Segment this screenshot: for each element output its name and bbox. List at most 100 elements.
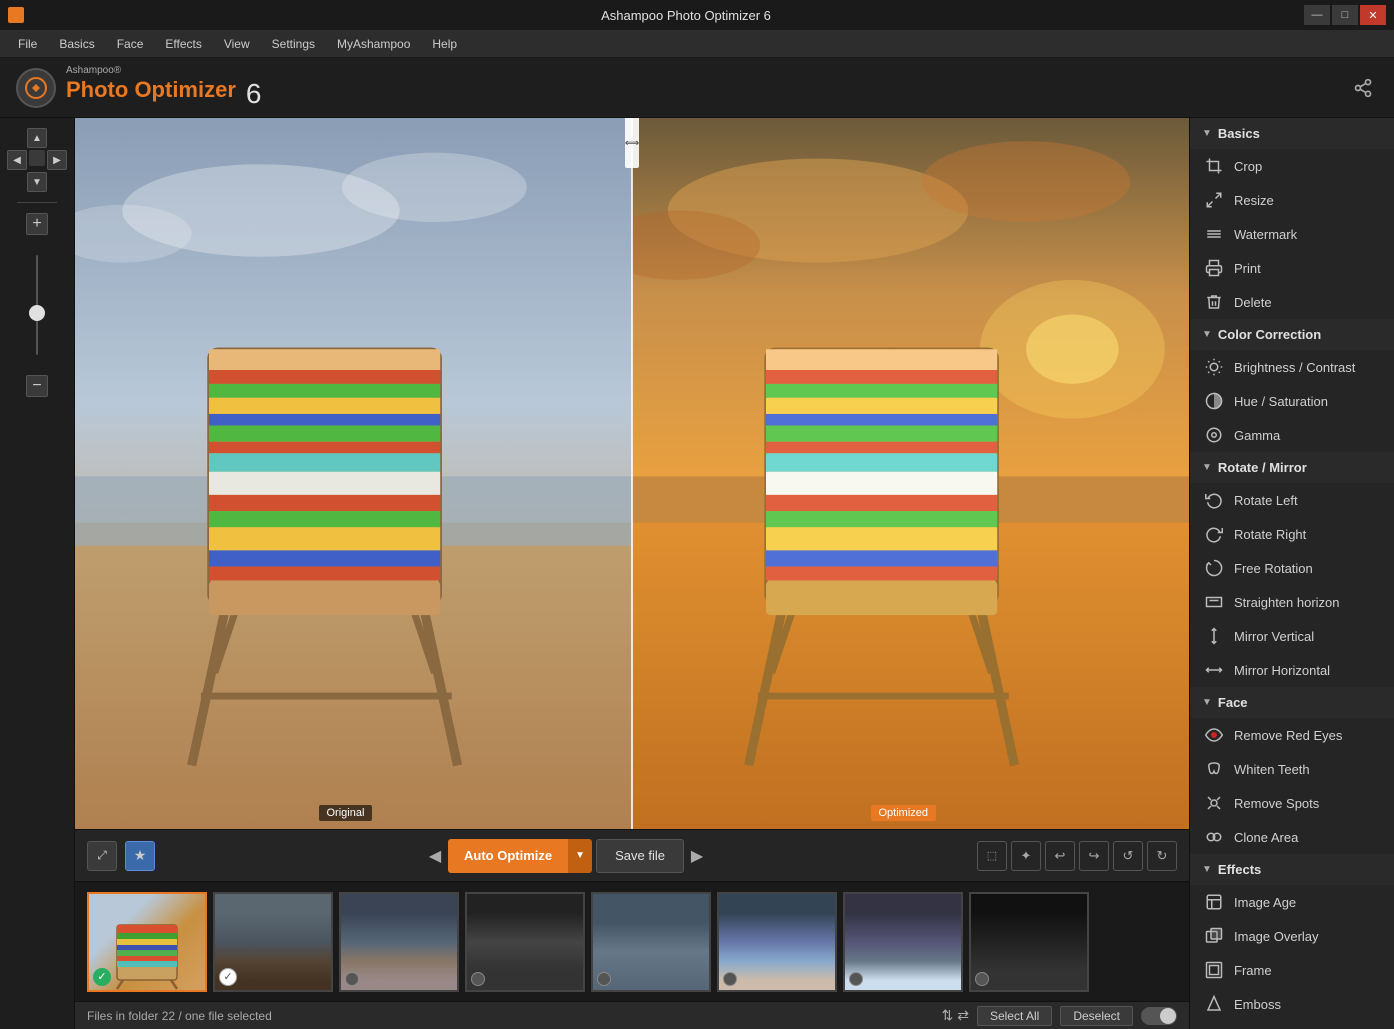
filmstrip-thumb-8[interactable] (969, 892, 1089, 992)
panel-item-image-overlay[interactable]: Image Overlay (1190, 919, 1394, 953)
menu-face[interactable]: Face (107, 33, 154, 55)
section-label-face: Face (1218, 695, 1248, 710)
brand-product: Photo Optimizer (66, 77, 236, 103)
panel-item-free-rotation[interactable]: Free Rotation (1190, 551, 1394, 585)
item-label-image-age: Image Age (1234, 895, 1296, 910)
menu-help[interactable]: Help (422, 33, 467, 55)
redo2-button[interactable]: ↻ (1147, 841, 1177, 871)
panel-item-emboss[interactable]: Emboss (1190, 987, 1394, 1021)
toolbar-right-buttons: ⬚ ✦ ↩ ↪ ↺ ↻ (977, 841, 1177, 871)
rotate-right-icon (1204, 524, 1224, 544)
panel-item-watermark[interactable]: Watermark (1190, 217, 1394, 251)
section-header-effects[interactable]: ▼ Effects (1190, 854, 1394, 885)
section-header-rotate-mirror[interactable]: ▼ Rotate / Mirror (1190, 452, 1394, 483)
panel-item-hue-saturation[interactable]: Hue / Saturation (1190, 384, 1394, 418)
window-title: Ashampoo Photo Optimizer 6 (601, 8, 771, 23)
split-handle[interactable]: ⟺ (625, 118, 639, 168)
zoom-thumb[interactable] (29, 305, 45, 321)
maximize-button[interactable]: □ (1332, 5, 1358, 25)
toggle-switch[interactable] (1141, 1007, 1177, 1025)
panel-item-rotate-left[interactable]: Rotate Left (1190, 483, 1394, 517)
zoom-divider (17, 202, 57, 203)
panel-item-image-age[interactable]: Image Age (1190, 885, 1394, 919)
section-items-face: Remove Red Eyes Whiten Teeth Remove Spot… (1190, 718, 1394, 854)
sort-icon[interactable]: ⇅ (941, 1007, 953, 1024)
nav-up-button[interactable]: ▲ (27, 128, 47, 148)
panel-item-frame[interactable]: Frame (1190, 953, 1394, 987)
undo2-button[interactable]: ↺ (1113, 841, 1143, 871)
item-label-watermark: Watermark (1234, 227, 1297, 242)
share-button[interactable] (1348, 73, 1378, 103)
grid-icon[interactable]: ⇄ (957, 1007, 969, 1024)
item-label-rotate-right: Rotate Right (1234, 527, 1306, 542)
auto-optimize-dropdown[interactable]: ▼ (568, 839, 592, 873)
panel-item-shade[interactable]: Shade (1190, 1021, 1394, 1029)
panel-item-straighten-horizon[interactable]: Straighten horizon (1190, 585, 1394, 619)
image-age-icon (1204, 892, 1224, 912)
menu-effects[interactable]: Effects (155, 33, 211, 55)
thumb-check-5 (597, 972, 611, 986)
undo-button[interactable]: ↩ (1045, 841, 1075, 871)
panel-item-remove-red-eyes[interactable]: Remove Red Eyes (1190, 718, 1394, 752)
thumb-check-1: ✓ (93, 968, 111, 986)
panel-item-delete[interactable]: Delete (1190, 285, 1394, 319)
close-button[interactable]: ✕ (1360, 5, 1386, 25)
menu-settings[interactable]: Settings (262, 33, 325, 55)
menu-file[interactable]: File (8, 33, 47, 55)
nav-left-button[interactable]: ◀ (7, 150, 27, 170)
section-header-color-correction[interactable]: ▼ Color Correction (1190, 319, 1394, 350)
panel-item-remove-spots[interactable]: Remove Spots (1190, 786, 1394, 820)
deselect-button[interactable]: Deselect (1060, 1006, 1133, 1026)
filmstrip-thumb-5[interactable] (591, 892, 711, 992)
panel-item-clone-area[interactable]: Clone Area (1190, 820, 1394, 854)
brand-optimizer: Optimizer (134, 77, 235, 102)
filmstrip-thumb-4[interactable] (465, 892, 585, 992)
panel-item-resize[interactable]: Resize (1190, 183, 1394, 217)
redo-button[interactable]: ↪ (1079, 841, 1109, 871)
zoom-slider[interactable] (36, 245, 38, 365)
panel-item-brightness-contrast[interactable]: Brightness / Contrast (1190, 350, 1394, 384)
panel-item-mirror-horizontal[interactable]: Mirror Horizontal (1190, 653, 1394, 687)
save-file-button[interactable]: Save file (596, 839, 684, 873)
item-label-remove-red-eyes: Remove Red Eyes (1234, 728, 1342, 743)
menu-view[interactable]: View (214, 33, 260, 55)
item-label-free-rotation: Free Rotation (1234, 561, 1313, 576)
section-header-basics[interactable]: ▼ Basics (1190, 118, 1394, 149)
menu-myashampoo[interactable]: MyAshampoo (327, 33, 420, 55)
thumb-check-4 (471, 972, 485, 986)
panel-item-mirror-vertical[interactable]: Mirror Vertical (1190, 619, 1394, 653)
selection-tool-button[interactable]: ⬚ (977, 841, 1007, 871)
filmstrip-thumb-6[interactable] (717, 892, 837, 992)
chevron-face: ▼ (1202, 697, 1212, 708)
menu-basics[interactable]: Basics (49, 33, 104, 55)
filmstrip-thumb-2[interactable]: ✓ (213, 892, 333, 992)
star-button[interactable]: ✦ (1011, 841, 1041, 871)
panel-item-crop[interactable]: Crop (1190, 149, 1394, 183)
zoom-in-button[interactable]: + (26, 213, 48, 235)
section-header-face[interactable]: ▼ Face (1190, 687, 1394, 718)
panel-item-gamma[interactable]: Gamma (1190, 418, 1394, 452)
compare-button[interactable]: ★ (125, 841, 155, 871)
select-all-button[interactable]: Select All (977, 1006, 1052, 1026)
filmstrip-thumb-3[interactable] (339, 892, 459, 992)
nav-down-button[interactable]: ▼ (27, 172, 47, 192)
filmstrip-thumb-1[interactable]: ✓ (87, 892, 207, 992)
panel-item-whiten-teeth[interactable]: Whiten Teeth (1190, 752, 1394, 786)
filmstrip-thumb-7[interactable] (843, 892, 963, 992)
chevron-effects: ▼ (1202, 864, 1212, 875)
panel-item-print[interactable]: Print (1190, 251, 1394, 285)
minimize-button[interactable]: — (1304, 5, 1330, 25)
window-controls: — □ ✕ (1304, 5, 1386, 25)
label-optimized: Optimized (871, 805, 937, 821)
prev-image-button[interactable]: ◀ (422, 843, 448, 869)
straighten-horizon-icon (1204, 592, 1224, 612)
zoom-out-button[interactable]: − (26, 375, 48, 397)
auto-optimize-button[interactable]: Auto Optimize (448, 839, 568, 873)
nav-right-button[interactable]: ▶ (47, 150, 67, 170)
item-label-rotate-left: Rotate Left (1234, 493, 1298, 508)
panel-item-rotate-right[interactable]: Rotate Right (1190, 517, 1394, 551)
clone-area-icon (1204, 827, 1224, 847)
fullscreen-button[interactable]: ⤢ (87, 841, 117, 871)
center-area: ⟺ Original Optimized ⤢ ★ ◀ Auto Optimize… (75, 118, 1189, 1029)
next-image-button[interactable]: ▶ (684, 843, 710, 869)
